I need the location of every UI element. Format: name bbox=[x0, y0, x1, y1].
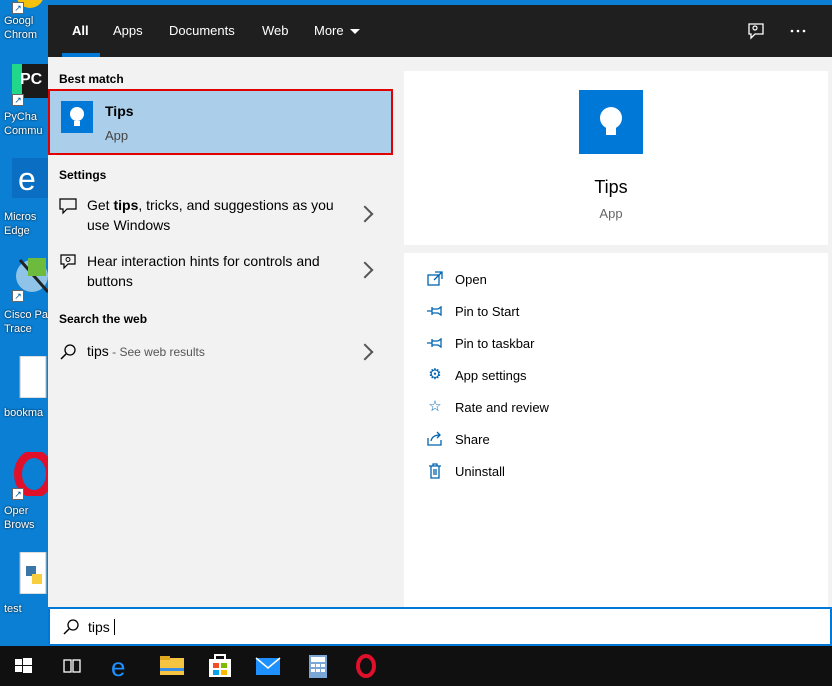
edge-icon: e bbox=[12, 158, 48, 198]
best-match-tips[interactable]: Tips App bbox=[48, 89, 393, 155]
taskbar: e bbox=[0, 646, 832, 686]
chevron-down-icon bbox=[349, 29, 360, 35]
chevron-right-icon bbox=[356, 343, 374, 361]
desktop-icon-label: bookma bbox=[4, 407, 44, 419]
settings-result-text: Hear interaction hints for controls and … bbox=[87, 253, 320, 289]
mail-icon[interactable] bbox=[244, 646, 292, 686]
text-caret bbox=[113, 619, 115, 635]
tips-app-icon bbox=[61, 101, 93, 133]
preview-subtitle: App bbox=[599, 206, 623, 221]
action-rate-and-review[interactable]: ☆ Rate and review bbox=[426, 398, 726, 420]
action-label: Pin to Start bbox=[455, 304, 520, 319]
action-label: Open bbox=[455, 272, 487, 287]
action-label: App settings bbox=[455, 368, 527, 383]
action-label: Share bbox=[455, 432, 490, 447]
svg-text:e: e bbox=[18, 161, 36, 197]
action-label: Pin to taskbar bbox=[455, 336, 535, 351]
shortcut-arrow-icon: ↗ bbox=[12, 94, 24, 106]
preview-header: Tips App bbox=[404, 71, 828, 245]
desktop-icon-test[interactable]: test bbox=[0, 551, 48, 644]
action-share[interactable]: Share bbox=[426, 430, 726, 452]
action-app-settings[interactable]: ⚙ App settings bbox=[426, 366, 726, 388]
tab-more[interactable]: More bbox=[314, 5, 360, 57]
more-options-icon[interactable] bbox=[788, 21, 808, 41]
desktop-icon-opera[interactable]: ↗ Oper Brows bbox=[0, 450, 48, 544]
desktop-icon-label: Googl Chrom bbox=[4, 15, 38, 41]
results-pane: Best match Tips App Settings Get tips, t… bbox=[48, 57, 402, 607]
preview-divider bbox=[404, 245, 828, 253]
tab-all[interactable]: All bbox=[72, 5, 89, 57]
interaction-hint-icon bbox=[59, 253, 77, 271]
settings-result-tips[interactable]: Get tips, tricks, and suggestions as you… bbox=[48, 195, 393, 245]
search-flyout: All Apps Documents Web More Best match T… bbox=[48, 5, 832, 646]
chevron-right-icon bbox=[356, 205, 374, 223]
desktop-icon-packet-tracer[interactable]: ↗ Cisco Pa Trace bbox=[0, 256, 48, 348]
store-icon[interactable] bbox=[196, 646, 244, 686]
feedback-icon[interactable] bbox=[746, 21, 766, 41]
windows-start-icon[interactable] bbox=[0, 646, 48, 686]
desktop-icon-label: test bbox=[4, 603, 22, 615]
tab-apps[interactable]: Apps bbox=[113, 5, 143, 57]
action-open[interactable]: Open bbox=[426, 270, 726, 292]
desktop-icon-label: Cisco Pa Trace bbox=[4, 309, 48, 335]
opera-icon[interactable] bbox=[342, 646, 390, 686]
action-uninstall[interactable]: Uninstall bbox=[426, 462, 726, 484]
calculator-icon[interactable] bbox=[294, 646, 342, 686]
search-input[interactable]: tips bbox=[88, 619, 115, 635]
share-icon bbox=[426, 430, 444, 448]
shortcut-arrow-icon: ↗ bbox=[12, 2, 24, 14]
settings-result-interaction-hints[interactable]: Hear interaction hints for controls and … bbox=[48, 251, 393, 301]
pin-icon bbox=[426, 302, 444, 320]
svg-text:e: e bbox=[111, 652, 125, 682]
search-box[interactable]: tips bbox=[48, 607, 832, 646]
desktop-icon-pycharm[interactable]: PC ↗ PyCha Commu bbox=[0, 64, 48, 156]
action-label: Uninstall bbox=[455, 464, 505, 479]
best-match-subtitle: App bbox=[105, 128, 129, 143]
file-explorer-icon[interactable] bbox=[148, 646, 196, 686]
tab-web[interactable]: Web bbox=[262, 5, 289, 57]
preview-pane: Tips App Open Pin to Start Pin to taskba… bbox=[404, 71, 828, 607]
web-result-tips[interactable]: tips - See web results bbox=[48, 341, 393, 365]
chevron-right-icon bbox=[356, 261, 374, 279]
tab-documents[interactable]: Documents bbox=[169, 5, 235, 57]
desktop: ↗ Googl Chrom PC ↗ PyCha Commu e Micros … bbox=[0, 0, 48, 646]
file-icon bbox=[18, 355, 48, 399]
action-pin-to-start[interactable]: Pin to Start bbox=[426, 302, 726, 324]
search-icon bbox=[59, 343, 77, 361]
task-view-icon[interactable] bbox=[48, 646, 96, 686]
opera-icon bbox=[12, 450, 48, 498]
desktop-icon-bookmarks[interactable]: bookma bbox=[0, 355, 48, 448]
search-web-header: Search the web bbox=[59, 312, 148, 326]
desktop-icon-edge[interactable]: e Micros Edge bbox=[0, 158, 48, 250]
action-label: Rate and review bbox=[455, 400, 549, 415]
search-icon bbox=[62, 618, 80, 636]
star-icon: ☆ bbox=[428, 398, 442, 415]
desktop-icon-label: Oper Brows bbox=[4, 505, 35, 531]
web-result-text: tips - See web results bbox=[87, 343, 205, 359]
python-file-icon bbox=[18, 551, 48, 595]
tab-more-label: More bbox=[314, 23, 344, 38]
svg-text:PC: PC bbox=[20, 71, 43, 88]
edge-icon[interactable]: e bbox=[98, 646, 146, 686]
desktop-icon-label: Micros Edge bbox=[4, 211, 37, 237]
best-match-header: Best match bbox=[59, 72, 124, 86]
pin-icon bbox=[426, 334, 444, 352]
speech-bubble-icon bbox=[59, 197, 77, 215]
best-match-title: Tips bbox=[105, 103, 134, 119]
search-tabs-bar: All Apps Documents Web More bbox=[48, 5, 832, 57]
shortcut-arrow-icon: ↗ bbox=[12, 290, 24, 302]
action-pin-to-taskbar[interactable]: Pin to taskbar bbox=[426, 334, 726, 356]
gear-icon: ⚙ bbox=[428, 366, 442, 383]
shortcut-arrow-icon: ↗ bbox=[12, 488, 24, 500]
trash-icon bbox=[426, 462, 444, 480]
desktop-icon-label: PyCha Commu bbox=[4, 111, 43, 137]
tips-app-icon bbox=[579, 90, 643, 154]
open-icon bbox=[426, 270, 444, 288]
preview-title: Tips bbox=[594, 177, 628, 197]
settings-header: Settings bbox=[59, 168, 107, 182]
settings-result-text: Get tips, tricks, and suggestions as you… bbox=[87, 197, 334, 233]
